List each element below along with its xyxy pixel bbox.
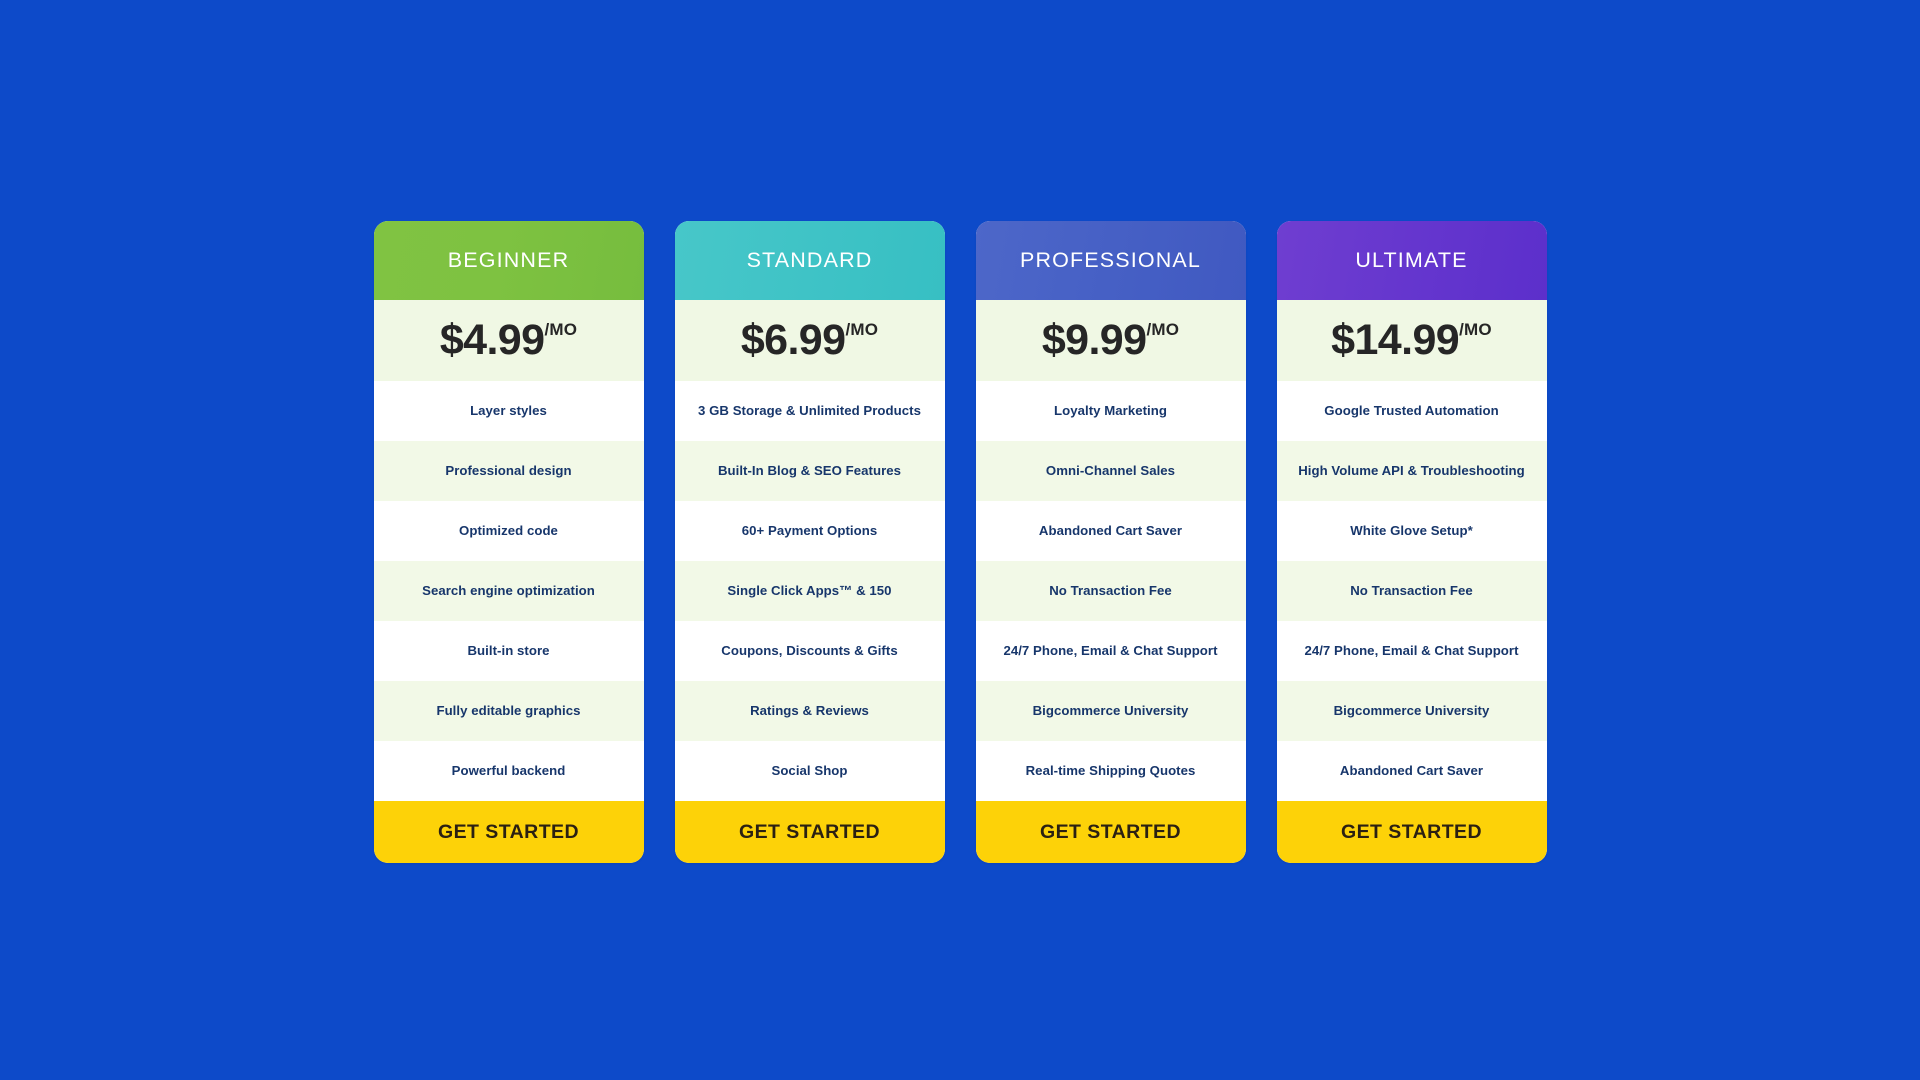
feature-label: Powerful backend — [451, 763, 566, 779]
feature-row: Bigcommerce University — [975, 681, 1246, 741]
feature-label: Professional design — [445, 463, 572, 479]
plan-header-standard: STANDARD — [674, 221, 945, 300]
plan-price-band-beginner: $4.99/MO — [373, 300, 644, 381]
feature-label: Abandoned Cart Saver — [1038, 523, 1183, 539]
pricing-page: BEGINNER $4.99/MO Layer styles Professional… — [0, 0, 1920, 1080]
feature-row: High Volume API & Troubleshooting — [1276, 441, 1547, 501]
feature-row: Coupons, Discounts & Gifts — [674, 621, 945, 681]
price-line: $6.99/MO — [741, 319, 878, 362]
feature-label: Real-time Shipping Quotes — [1025, 763, 1196, 779]
feature-row: Bigcommerce University — [1276, 681, 1547, 741]
feature-label: Bigcommerce University — [1333, 703, 1490, 719]
get-started-button-standard[interactable]: GET STARTED — [674, 801, 945, 863]
feature-label: Social Shop — [771, 763, 848, 779]
price-line: $4.99/MO — [440, 319, 577, 362]
plan-card-ultimate: ULTIMATE $14.99/MO Google Trusted Automati… — [1276, 221, 1547, 863]
feature-row: Social Shop — [674, 741, 945, 801]
price-period: /MO — [544, 320, 578, 339]
price-line: $9.99/MO — [1042, 319, 1179, 362]
feature-label: Fully editable graphics — [436, 703, 581, 719]
feature-list-standard: 3 GB Storage & Unlimited Products Built-I… — [674, 381, 945, 801]
price-line: $14.99/MO — [1331, 319, 1492, 362]
feature-row: Google Trusted Automation — [1276, 381, 1547, 441]
feature-label: Layer styles — [470, 403, 547, 419]
plan-price-band-standard: $6.99/MO — [674, 300, 945, 381]
pricing-table: BEGINNER $4.99/MO Layer styles Professional… — [373, 221, 1547, 863]
feature-row: Omni-Channel Sales — [975, 441, 1246, 501]
feature-label: Bigcommerce University — [1032, 703, 1189, 719]
feature-row: Search engine optimization — [373, 561, 644, 621]
price-amount: $9.99 — [1041, 316, 1147, 364]
feature-row: Built-In Blog & SEO Features — [674, 441, 945, 501]
price-period: /MO — [845, 320, 879, 339]
feature-label: Google Trusted Automation — [1324, 403, 1499, 419]
feature-label: Omni-Channel Sales — [1045, 463, 1176, 479]
price-period: /MO — [1146, 320, 1180, 339]
feature-label: Built-in store — [467, 643, 550, 659]
feature-row: 3 GB Storage & Unlimited Products — [674, 381, 945, 441]
feature-label: Loyalty Marketing — [1054, 403, 1167, 419]
feature-label: 3 GB Storage & Unlimited Products — [698, 403, 921, 419]
feature-label: 60+ Payment Options — [741, 523, 878, 539]
feature-label: No Transaction Fee — [1350, 583, 1473, 599]
get-started-button-beginner[interactable]: GET STARTED — [373, 801, 644, 863]
plan-name-label: BEGINNER — [447, 247, 570, 272]
feature-row: Powerful backend — [373, 741, 644, 801]
plan-name-label: PROFESSIONAL — [1019, 247, 1202, 272]
feature-row: Loyalty Marketing — [975, 381, 1246, 441]
feature-list-ultimate: Google Trusted Automation High Volume API… — [1276, 381, 1547, 801]
feature-row: Abandoned Cart Saver — [975, 501, 1246, 561]
price-amount: $4.99 — [439, 316, 545, 364]
plan-header-professional: PROFESSIONAL — [975, 221, 1246, 300]
feature-row: 24/7 Phone, Email & Chat Support — [1276, 621, 1547, 681]
feature-label: High Volume API & Troubleshooting — [1298, 463, 1525, 479]
feature-label: Coupons, Discounts & Gifts — [721, 643, 898, 659]
plan-price-band-professional: $9.99/MO — [975, 300, 1246, 381]
plan-name-label: STANDARD — [746, 247, 873, 272]
feature-label: Single Click Apps™ & 150 — [727, 583, 892, 599]
feature-label: Built-In Blog & SEO Features — [717, 463, 902, 479]
price-amount: $6.99 — [740, 316, 846, 364]
feature-row: Abandoned Cart Saver — [1276, 741, 1547, 801]
feature-label: No Transaction Fee — [1049, 583, 1172, 599]
feature-row: 24/7 Phone, Email & Chat Support — [975, 621, 1246, 681]
feature-row: Ratings & Reviews — [674, 681, 945, 741]
plan-card-beginner: BEGINNER $4.99/MO Layer styles Professional… — [373, 221, 644, 863]
plan-price-band-ultimate: $14.99/MO — [1276, 300, 1547, 381]
price-period: /MO — [1459, 320, 1492, 339]
feature-label: Ratings & Reviews — [750, 703, 869, 719]
feature-row: White Glove Setup* — [1276, 501, 1547, 561]
feature-row: Optimized code — [373, 501, 644, 561]
feature-label: Abandoned Cart Saver — [1339, 763, 1484, 779]
feature-row: Single Click Apps™ & 150 — [674, 561, 945, 621]
feature-row: 60+ Payment Options — [674, 501, 945, 561]
feature-row: Layer styles — [373, 381, 644, 441]
price-amount: $14.99 — [1331, 316, 1460, 364]
get-started-button-professional[interactable]: GET STARTED — [975, 801, 1246, 863]
feature-row: Built-in store — [373, 621, 644, 681]
feature-row: No Transaction Fee — [975, 561, 1246, 621]
feature-list-professional: Loyalty Marketing Omni-Channel Sales Aband… — [975, 381, 1246, 801]
feature-label: Search engine optimization — [422, 583, 595, 599]
feature-label: 24/7 Phone, Email & Chat Support — [1003, 643, 1218, 659]
feature-row: Real-time Shipping Quotes — [975, 741, 1246, 801]
feature-row: Fully editable graphics — [373, 681, 644, 741]
plan-header-ultimate: ULTIMATE — [1276, 221, 1547, 300]
plan-header-beginner: BEGINNER — [373, 221, 644, 300]
feature-list-beginner: Layer styles Professional design Optimized… — [373, 381, 644, 801]
plan-name-label: ULTIMATE — [1355, 247, 1468, 272]
plan-card-standard: STANDARD $6.99/MO 3 GB Storage & Unlimited… — [674, 221, 945, 863]
feature-label: White Glove Setup* — [1350, 523, 1473, 539]
feature-row: Professional design — [373, 441, 644, 501]
feature-label: Optimized code — [459, 523, 558, 539]
plan-card-professional: PROFESSIONAL $9.99/MO Loyalty Marketing Omn… — [975, 221, 1246, 863]
feature-row: No Transaction Fee — [1276, 561, 1547, 621]
feature-label: 24/7 Phone, Email & Chat Support — [1304, 643, 1519, 659]
get-started-button-ultimate[interactable]: GET STARTED — [1276, 801, 1547, 863]
